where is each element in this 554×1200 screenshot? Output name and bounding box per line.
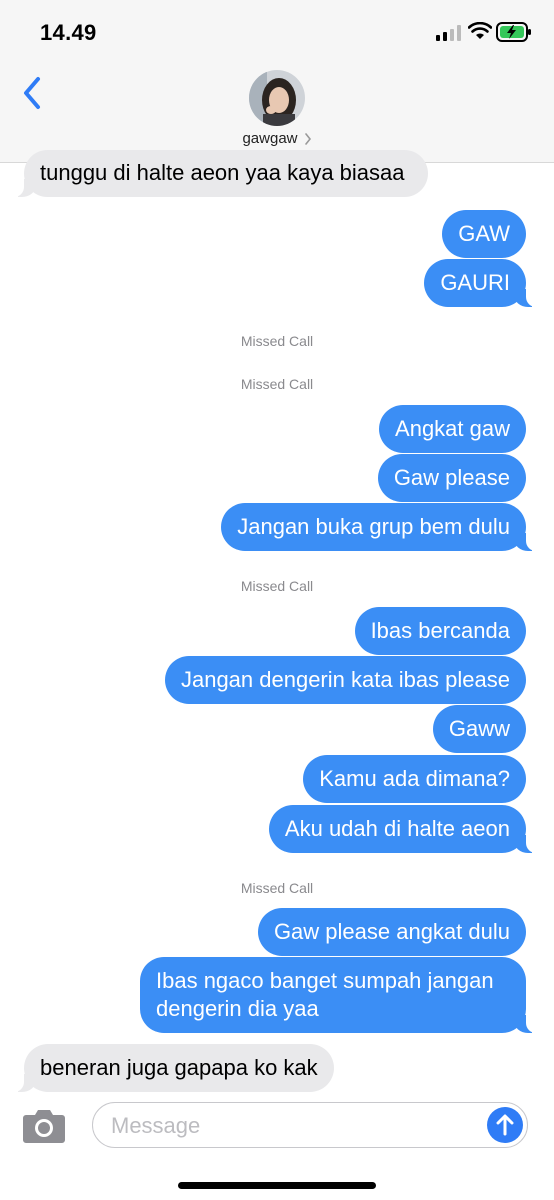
message-bubble-outgoing[interactable]: Kamu ada dimana? bbox=[303, 755, 526, 803]
send-button[interactable] bbox=[487, 1107, 523, 1143]
contact-name: gawgaw bbox=[242, 130, 298, 147]
message-bubble-outgoing[interactable]: Angkat gaw bbox=[379, 405, 526, 453]
conversation-header: gawgaw bbox=[0, 60, 554, 163]
message-bubble-outgoing[interactable]: Ibas bercanda bbox=[354, 607, 526, 655]
wifi-icon bbox=[468, 22, 492, 39]
message-bubble-outgoing[interactable]: Jangan dengerin kata ibas please bbox=[164, 656, 526, 704]
message-placeholder: Message bbox=[111, 1113, 201, 1138]
message-bubble-outgoing[interactable]: Gaw please bbox=[377, 454, 526, 502]
message-bubble-outgoing[interactable]: GAW bbox=[442, 210, 526, 258]
missed-call-note: Missed Call bbox=[240, 333, 314, 349]
cellular-signal-icon bbox=[436, 25, 461, 41]
missed-call-note: Missed Call bbox=[240, 880, 314, 896]
camera-icon[interactable] bbox=[22, 1106, 66, 1144]
message-bubble-outgoing[interactable]: Gaw please angkat dulu bbox=[257, 908, 526, 956]
message-bubble-outgoing[interactable]: Aku udah di halte aeon bbox=[268, 805, 541, 853]
message-input[interactable]: Message bbox=[92, 1102, 528, 1148]
battery-charging-icon bbox=[496, 22, 531, 42]
missed-call-note: Missed Call bbox=[240, 578, 314, 594]
status-time: 14.49 bbox=[40, 20, 97, 45]
avatar-photo bbox=[249, 70, 305, 126]
missed-call-note: Missed Call bbox=[240, 376, 314, 392]
message-bubble-outgoing[interactable]: GAURI bbox=[424, 259, 540, 307]
message-bubble-outgoing[interactable]: Jangan buka grup bem dulu bbox=[221, 503, 540, 551]
contact-name-button[interactable]: gawgaw bbox=[0, 130, 554, 147]
status-bar: 14.49 bbox=[0, 0, 554, 60]
message-bubble-incoming[interactable]: tunggu di halte aeon yaa kaya biasaa bbox=[10, 150, 428, 197]
message-bubble-outgoing[interactable]: Ibas ngaco banget sumpah jangan dengerin… bbox=[140, 957, 540, 1033]
contact-avatar[interactable] bbox=[249, 70, 305, 126]
arrow-up-icon bbox=[496, 1114, 514, 1136]
message-bubble-outgoing[interactable]: Gaww bbox=[432, 705, 526, 753]
chevron-right-icon bbox=[304, 133, 311, 145]
message-bubble-incoming[interactable]: beneran juga gapapa ko kak bbox=[10, 1044, 334, 1092]
chevron-left-icon[interactable] bbox=[18, 76, 48, 110]
home-indicator[interactable] bbox=[178, 1182, 376, 1189]
